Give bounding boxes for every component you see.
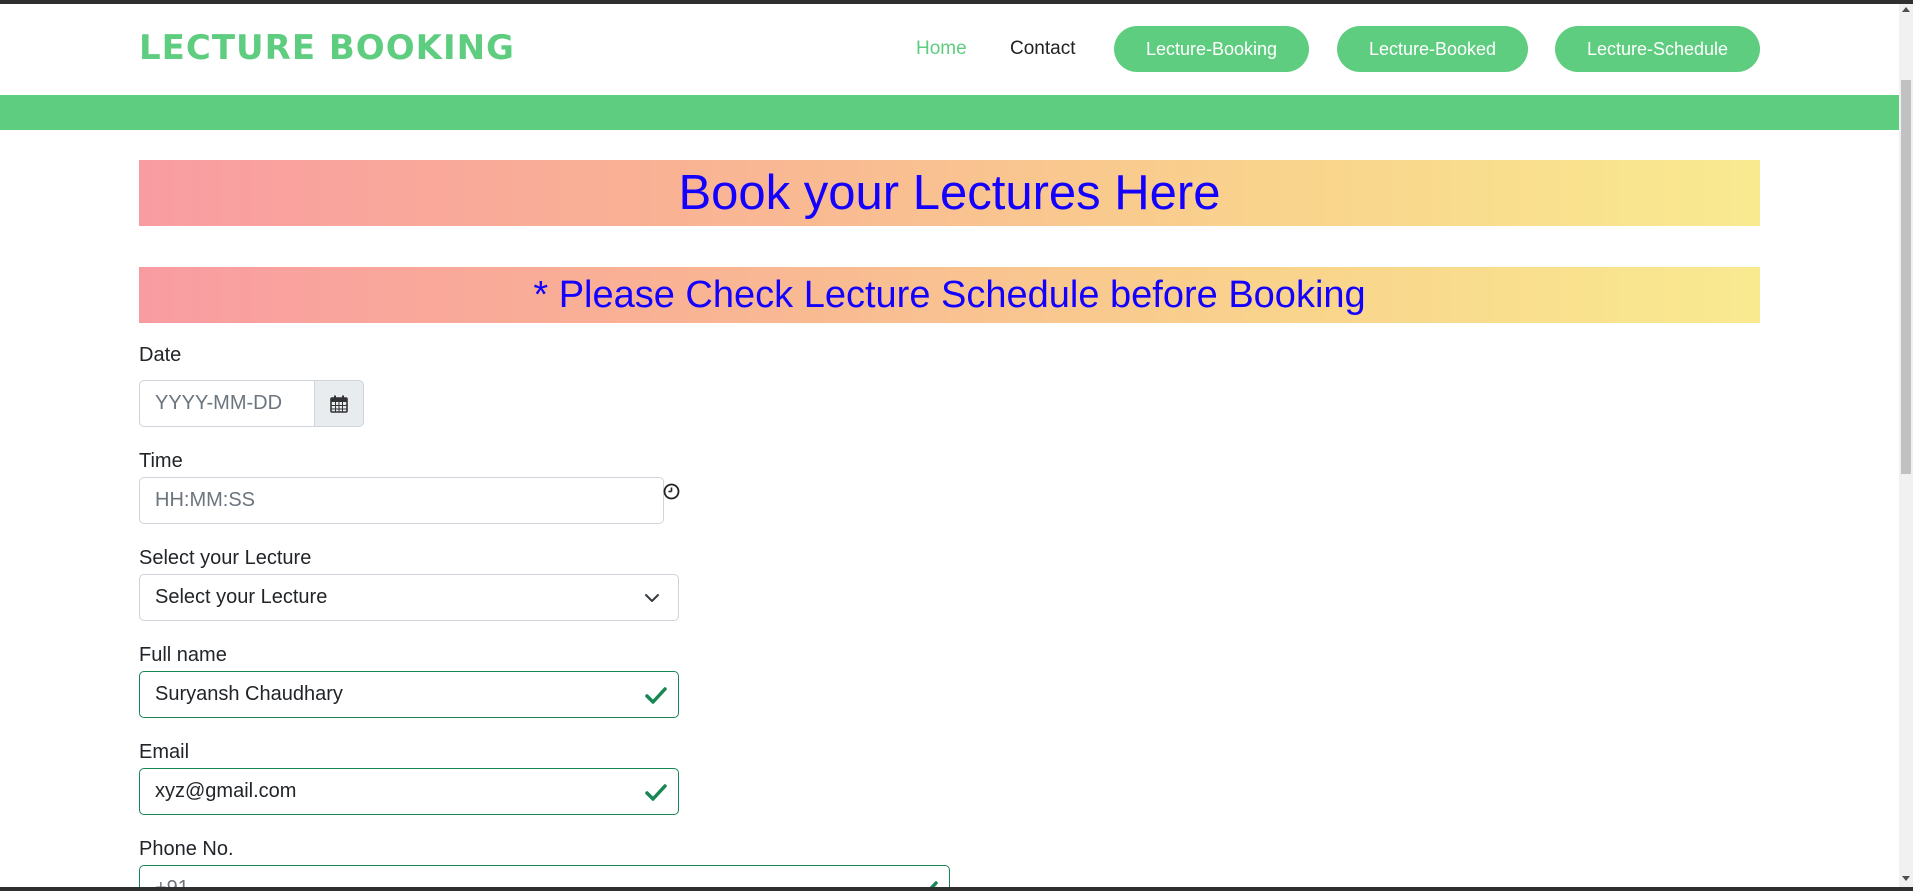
clock-icon[interactable] [663,483,680,500]
email-value: xyz@gmail.com [155,780,297,802]
email-label: Email [139,741,190,763]
calendar-icon [330,395,348,413]
time-label: Time [139,450,183,472]
page-title: Book your Lectures Here [678,166,1221,220]
check-icon [645,687,667,704]
brand-logo[interactable]: LECTURE BOOKING [139,28,515,68]
page-title-banner: Book your Lectures Here [139,160,1760,226]
window-bottom-edge [0,887,1913,891]
nav-contact-link[interactable]: Contact [1010,38,1075,60]
calendar-button[interactable] [314,380,364,427]
nav-home-link[interactable]: Home [916,38,967,60]
check-icon [645,784,667,801]
page-scrollbar[interactable] [1899,4,1913,887]
green-divider-band [0,95,1899,130]
lecture-booked-button[interactable]: Lecture-Booked [1337,26,1528,72]
phone-label: Phone No. [139,838,234,860]
scroll-up-arrow-icon[interactable] [1902,7,1910,12]
fullname-value: Suryansh Chaudhary [155,683,343,705]
lecture-select[interactable]: Select your Lecture [139,574,679,621]
lecture-select-value: Select your Lecture [155,586,328,608]
lecture-schedule-button[interactable]: Lecture-Schedule [1555,26,1760,72]
time-placeholder: HH:MM:SS [155,489,255,511]
date-label: Date [139,344,182,366]
notice-text: * Please Check Lecture Schedule before B… [533,273,1366,316]
scroll-down-arrow-icon[interactable] [1902,876,1910,881]
time-input[interactable]: HH:MM:SS [139,477,664,524]
fullname-label: Full name [139,644,227,666]
date-input[interactable]: YYYY-MM-DD [139,380,315,427]
chevron-down-icon [645,594,659,602]
fullname-input[interactable]: Suryansh Chaudhary [139,671,679,718]
date-placeholder: YYYY-MM-DD [155,392,283,414]
navbar: LECTURE BOOKING Home Contact Lecture-Boo… [0,4,1899,95]
email-input[interactable]: xyz@gmail.com [139,768,679,815]
lecture-label: Select your Lecture [139,547,312,569]
lecture-booking-button[interactable]: Lecture-Booking [1114,26,1309,72]
notice-banner: * Please Check Lecture Schedule before B… [139,267,1760,323]
scroll-thumb[interactable] [1901,80,1911,474]
